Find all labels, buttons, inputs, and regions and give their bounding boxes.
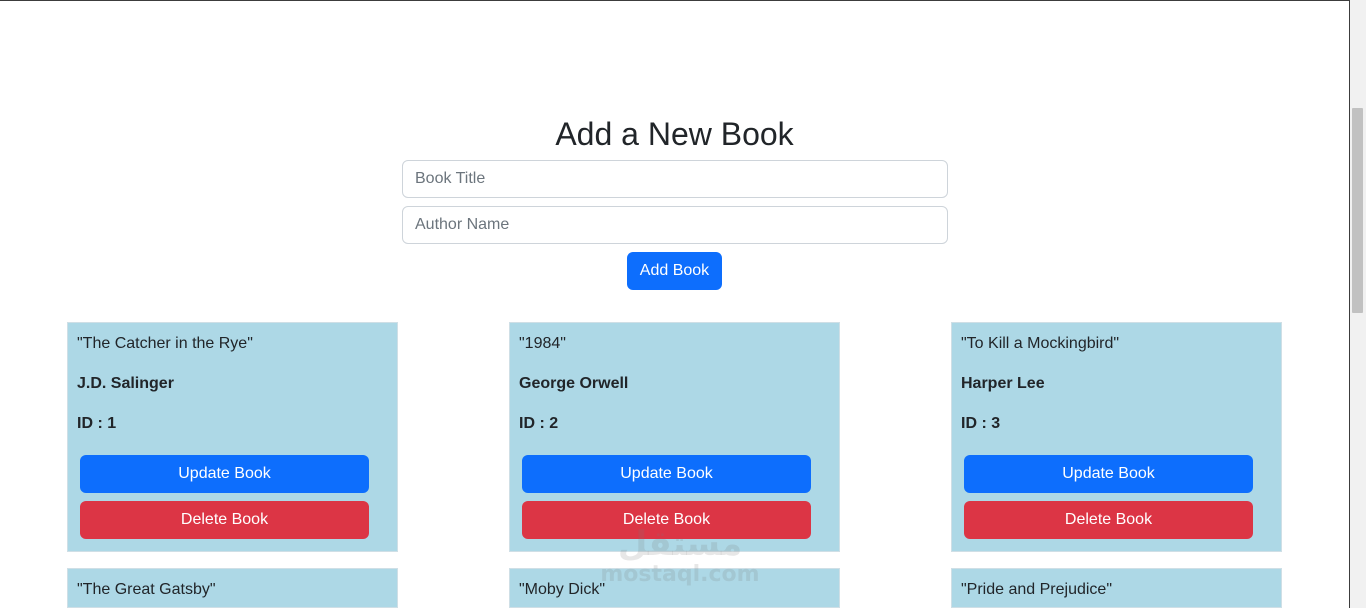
book-title: "The Catcher in the Rye": [77, 335, 253, 352]
book-card: "The Catcher in the Rye" J.D. Salinger I…: [67, 322, 398, 552]
book-author: George Orwell: [519, 375, 629, 392]
book-title: "Pride and Prejudice": [961, 581, 1112, 598]
delete-book-button[interactable]: Delete Book: [964, 501, 1253, 539]
delete-book-button[interactable]: Delete Book: [522, 501, 811, 539]
vertical-scrollbar[interactable]: [1349, 0, 1366, 608]
scrollbar-thumb[interactable]: [1352, 108, 1363, 313]
book-id: ID : 1: [77, 415, 117, 432]
page-title: Add a New Book: [555, 116, 794, 152]
book-id: ID : 2: [519, 415, 559, 432]
author-name-input[interactable]: [402, 206, 948, 244]
book-card: "Moby Dick": [509, 568, 840, 608]
update-book-button[interactable]: Update Book: [964, 455, 1253, 493]
delete-book-button[interactable]: Delete Book: [80, 501, 369, 539]
book-title-input[interactable]: [402, 160, 948, 198]
book-title: "Moby Dick": [519, 581, 606, 598]
book-title: "The Great Gatsby": [77, 581, 216, 598]
book-author: J.D. Salinger: [77, 375, 174, 392]
book-card: "The Great Gatsby": [67, 568, 398, 608]
book-card: "1984" George Orwell ID : 2 Update Book …: [509, 322, 840, 552]
update-book-button[interactable]: Update Book: [522, 455, 811, 493]
book-title: "To Kill a Mockingbird": [961, 335, 1120, 352]
book-card: "To Kill a Mockingbird" Harper Lee ID : …: [951, 322, 1282, 552]
book-author: Harper Lee: [961, 375, 1045, 392]
book-card: "Pride and Prejudice": [951, 568, 1282, 608]
scrollbar-border: [1349, 0, 1350, 608]
update-book-button[interactable]: Update Book: [80, 455, 369, 493]
book-title: "1984": [519, 335, 566, 352]
window-top-border: [0, 0, 1349, 1]
book-id: ID : 3: [961, 415, 1001, 432]
add-book-button[interactable]: Add Book: [627, 252, 722, 290]
